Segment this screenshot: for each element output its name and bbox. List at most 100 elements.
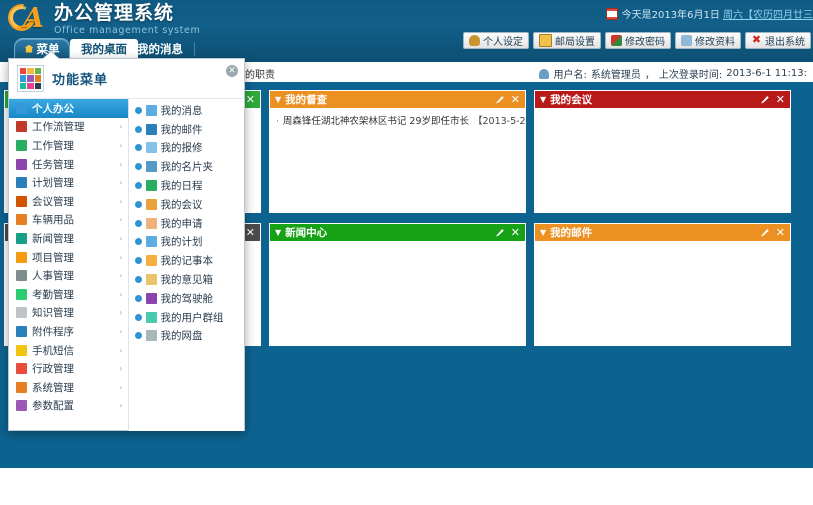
menu-subitem-11[interactable]: 我的驾驶舱 (129, 289, 245, 308)
menu-subitem-1[interactable]: 我的消息 (129, 101, 245, 120)
chevron-right-icon: › (119, 140, 123, 150)
menu-subitem-label: 我的用户群组 (160, 311, 224, 324)
desktop-panel-3: ▼ 我的会议 ✕ (534, 90, 791, 213)
subitem-icon (145, 311, 157, 323)
bullet-icon (134, 276, 142, 284)
chevron-down-icon[interactable]: ▼ (540, 95, 546, 104)
bullet-icon (134, 163, 142, 171)
panel-header[interactable]: ▼ 我的督查 ✕ (270, 91, 525, 108)
category-icon (16, 363, 27, 375)
panel-body (535, 241, 790, 345)
panel-header[interactable]: ▼ 我的会议 ✕ (535, 91, 790, 108)
menu-category-13[interactable]: 附件程序 › (9, 322, 128, 341)
menu-category-label: 新闻管理 (32, 232, 74, 245)
bullet-icon (134, 219, 142, 227)
menu-category-15[interactable]: 行政管理 › (9, 359, 128, 378)
category-icon (16, 251, 27, 263)
menu-category-1[interactable]: 个人办公 (9, 99, 128, 118)
menu-category-7[interactable]: 车辆用品 › (9, 211, 128, 230)
panel-header[interactable]: ▼ 我的邮件 ✕ (535, 224, 790, 241)
menu-category-11[interactable]: 考勤管理 › (9, 285, 128, 304)
menu-category-6[interactable]: 会议管理 › (9, 192, 128, 211)
category-icon (16, 344, 27, 356)
menu-category-14[interactable]: 手机短信 › (9, 341, 128, 360)
bullet-icon (134, 257, 142, 265)
comma-separator: ， (644, 70, 655, 81)
menu-subitem-6[interactable]: 我的会议 (129, 195, 245, 214)
subitem-icon (145, 274, 157, 286)
menu-category-label: 任务管理 (32, 158, 74, 171)
category-icon (16, 195, 27, 207)
tab-my-messages[interactable]: 我的消息 (126, 39, 194, 59)
menu-subitem-9[interactable]: 我的记事本 (129, 251, 245, 270)
menu-subitem-3[interactable]: 我的报修 (129, 139, 245, 158)
menu-category-9[interactable]: 项目管理 › (9, 248, 128, 267)
menu-subitem-2[interactable]: 我的邮件 (129, 120, 245, 139)
menu-subitem-12[interactable]: 我的用户群组 (129, 308, 245, 327)
menu-category-label: 个人办公 (32, 102, 74, 115)
menu-button[interactable]: 菜单 (14, 38, 70, 59)
menu-category-16[interactable]: 系统管理 › (9, 378, 128, 397)
panel-header-tools: ✕ (760, 94, 785, 105)
menu-subitem-label: 我的消息 (160, 104, 203, 117)
menu-subitem-5[interactable]: 我的日程 (129, 176, 245, 195)
menu-subitem-label: 我的网盘 (160, 330, 203, 343)
menu-category-5[interactable]: 计划管理 › (9, 173, 128, 192)
close-icon[interactable]: ✕ (776, 94, 785, 105)
list-item[interactable]: · 周森锋任湖北神农架林区书记 29岁即任市长【2013-5-29】 (276, 113, 525, 127)
pencil-icon[interactable] (760, 96, 769, 104)
menu-subitem-label: 我的名片夹 (160, 161, 214, 174)
menu-category-list: 个人办公 工作流管理 › 工作管理 › 任务管理 › 计划管理 › 会议管理 › 车辆用品 › 新闻管理 ›… (9, 99, 129, 431)
category-icon (16, 288, 27, 300)
menu-subitem-13[interactable]: 我的网盘 (129, 327, 245, 346)
chevron-right-icon: › (119, 159, 123, 169)
chevron-down-icon[interactable]: ▼ (540, 228, 546, 237)
menu-category-17[interactable]: 参数配置 › (9, 397, 128, 416)
subitem-icon (145, 161, 157, 173)
today-date-text: 今天是2013年6月1日 (621, 10, 723, 21)
menu-category-3[interactable]: 工作管理 › (9, 136, 128, 155)
close-icon[interactable]: ✕ (511, 94, 520, 105)
subitem-icon (145, 104, 157, 116)
close-icon[interactable]: ✕ (246, 94, 255, 105)
menu-subitem-4[interactable]: 我的名片夹 (129, 157, 245, 176)
menu-category-12[interactable]: 知识管理 › (9, 304, 128, 323)
category-icon (16, 139, 27, 151)
bullet-icon (134, 182, 142, 190)
menu-category-2[interactable]: 工作流管理 › (9, 118, 128, 137)
panel-header[interactable]: ▼ 新闻中心 ✕ (270, 224, 525, 241)
grid-logo-icon (18, 66, 43, 91)
chevron-down-icon[interactable]: ▼ (275, 228, 281, 237)
chevron-right-icon: › (119, 233, 123, 243)
close-icon[interactable]: ✕ (776, 227, 785, 238)
close-icon[interactable]: ✕ (246, 227, 255, 238)
logo-tile (27, 68, 34, 75)
lunar-date-text[interactable]: 周六【农历四月廿三 (723, 10, 813, 21)
menu-subitem-8[interactable]: 我的计划 (129, 233, 245, 252)
logo-tile (20, 68, 27, 75)
menu-category-label: 项目管理 (32, 251, 74, 264)
menu-category-8[interactable]: 新闻管理 › (9, 229, 128, 248)
panel-body (270, 241, 525, 345)
pencil-icon[interactable] (495, 229, 504, 237)
pencil-icon[interactable] (760, 229, 769, 237)
pencil-icon[interactable] (495, 96, 504, 104)
close-icon[interactable]: ✕ (511, 227, 520, 238)
menu-pointer-arrow (43, 52, 59, 59)
chevron-down-icon[interactable]: ▼ (275, 95, 281, 104)
calendar-icon (605, 8, 618, 20)
panel-title: 我的邮件 (550, 227, 593, 239)
menu-subitem-7[interactable]: 我的申请 (129, 214, 245, 233)
bullet-icon (134, 313, 142, 321)
panel-title: 我的督查 (285, 94, 328, 106)
menu-subitem-10[interactable]: 我的意见箱 (129, 270, 245, 289)
menu-category-10[interactable]: 人事管理 › (9, 266, 128, 285)
panel-title: 新闻中心 (285, 227, 328, 239)
menu-category-4[interactable]: 任务管理 › (9, 155, 128, 174)
panel-body: · 周森锋任湖北神农架林区书记 29岁即任市长【2013-5-29】 (270, 108, 525, 212)
menu-subitem-label: 我的意见箱 (160, 274, 214, 287)
close-icon[interactable]: ✕ (226, 65, 238, 77)
list-item-text[interactable]: 周森锋任湖北神农架林区书记 29岁即任市长 (283, 113, 469, 127)
logo-tile (27, 75, 34, 82)
menu-category-label: 工作流管理 (32, 121, 85, 134)
